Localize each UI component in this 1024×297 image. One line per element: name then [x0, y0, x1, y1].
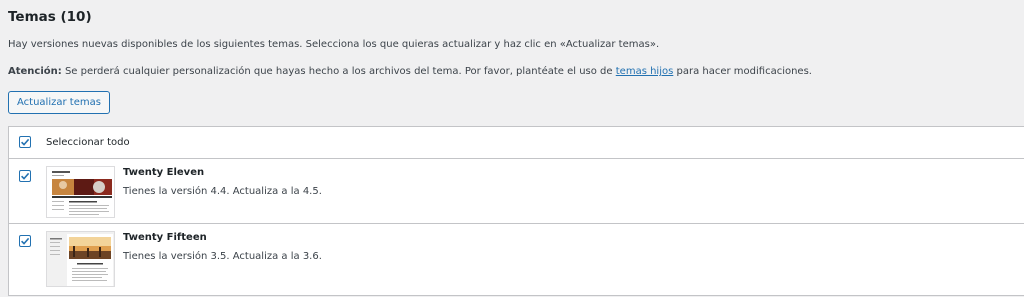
page-title: Temas (10) [8, 9, 92, 25]
update-themes-button[interactable]: Actualizar temas [8, 91, 110, 114]
table-row: Twenty Eleven Tienes la versión 4.4. Act… [9, 159, 1024, 224]
theme-version-status: Tienes la versión 3.5. Actualiza a la 3.… [123, 251, 322, 262]
warning-text-before: Se perderá cualquier personalización que… [61, 66, 616, 77]
warning-text-after: para hacer modificaciones. [673, 66, 812, 77]
select-all-row: Seleccionar todo [9, 127, 1024, 159]
theme-name: Twenty Eleven [123, 167, 205, 178]
table-row: Twenty Fifteen Tienes la versión 3.5. Ac… [9, 224, 1024, 297]
theme-version-status: Tienes la versión 4.4. Actualiza a la 4.… [123, 186, 322, 197]
themes-update-table: Seleccionar todo Twenty Eleven Tienes la… [8, 126, 1024, 296]
theme-name: Twenty Fifteen [123, 232, 207, 243]
twenty-fifteen-thumbnail [46, 231, 115, 287]
checkmark-icon [21, 237, 30, 245]
theme-checkbox-twenty-fifteen[interactable] [19, 235, 31, 247]
child-themes-link[interactable]: temas hijos [616, 66, 674, 77]
checkmark-icon [21, 138, 30, 146]
theme-checkbox-twenty-eleven[interactable] [19, 170, 31, 182]
checkmark-icon [21, 172, 30, 180]
warning-label: Atención: [8, 66, 62, 77]
child-themes-warning: Atención: Se perderá cualquier personali… [8, 66, 812, 77]
update-intro-text: Hay versiones nuevas disponibles de los … [8, 39, 660, 50]
select-all-checkbox[interactable] [19, 136, 31, 148]
twenty-eleven-thumbnail [46, 166, 115, 218]
select-all-label[interactable]: Seleccionar todo [46, 137, 130, 148]
